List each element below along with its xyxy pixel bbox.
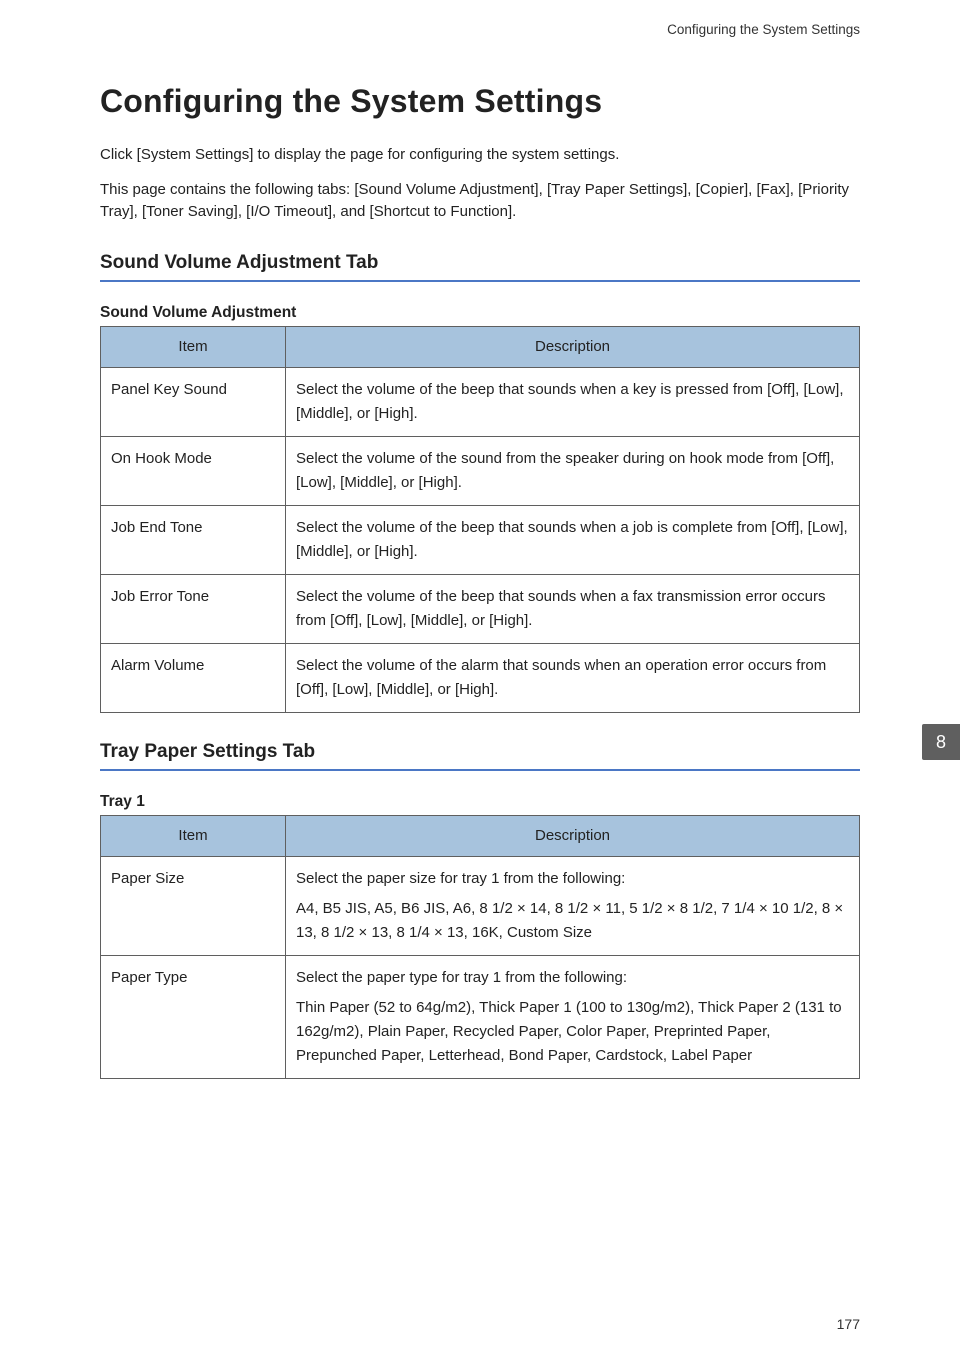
desc-cell: Select the paper type for tray 1 from th… (286, 955, 860, 1078)
desc-text: Select the volume of the beep that sound… (296, 585, 849, 633)
page-number: 177 (837, 1316, 860, 1332)
desc-text: Select the volume of the beep that sound… (296, 516, 849, 564)
desc-text: Select the paper size for tray 1 from th… (296, 867, 849, 891)
desc-cell: Select the paper size for tray 1 from th… (286, 856, 860, 955)
chapter-tab: 8 (922, 724, 960, 760)
table-header-row: Item Description (101, 815, 860, 856)
desc-text: Select the volume of the alarm that soun… (296, 654, 849, 702)
desc-cell: Select the volume of the beep that sound… (286, 505, 860, 574)
table-tray1: Item Description Paper Size Select the p… (100, 815, 860, 1079)
table-row: On Hook Mode Select the volume of the so… (101, 436, 860, 505)
table-header-row: Item Description (101, 326, 860, 367)
table-row: Alarm Volume Select the volume of the al… (101, 643, 860, 712)
section-title: Tray Paper Settings Tab (100, 741, 860, 771)
desc-cell: Select the volume of the alarm that soun… (286, 643, 860, 712)
desc-text: Select the volume of the beep that sound… (296, 378, 849, 426)
table-caption: Sound Volume Adjustment (100, 304, 860, 322)
item-cell: Paper Size (101, 856, 286, 955)
desc-text: Thin Paper (52 to 64g/m2), Thick Paper 1… (296, 996, 849, 1068)
desc-cell: Select the volume of the sound from the … (286, 436, 860, 505)
running-head: Configuring the System Settings (100, 22, 860, 37)
section-sound-volume: Sound Volume Adjustment Tab Sound Volume… (100, 252, 860, 713)
desc-cell: Select the volume of the beep that sound… (286, 367, 860, 436)
intro-paragraph: This page contains the following tabs: [… (100, 179, 860, 224)
table-row: Panel Key Sound Select the volume of the… (101, 367, 860, 436)
table-row: Paper Type Select the paper type for tra… (101, 955, 860, 1078)
section-tray-paper: Tray Paper Settings Tab Tray 1 Item Desc… (100, 741, 860, 1079)
table-header-item: Item (101, 326, 286, 367)
table-header-item: Item (101, 815, 286, 856)
table-header-description: Description (286, 815, 860, 856)
item-cell: Job End Tone (101, 505, 286, 574)
page: Configuring the System Settings Configur… (0, 0, 960, 1360)
item-cell: Panel Key Sound (101, 367, 286, 436)
item-cell: Job Error Tone (101, 574, 286, 643)
desc-text: A4, B5 JIS, A5, B6 JIS, A6, 8 1/2 × 14, … (296, 897, 849, 945)
item-cell: Alarm Volume (101, 643, 286, 712)
item-cell: On Hook Mode (101, 436, 286, 505)
table-caption: Tray 1 (100, 793, 860, 811)
desc-text: Select the paper type for tray 1 from th… (296, 966, 849, 990)
item-cell: Paper Type (101, 955, 286, 1078)
table-row: Job End Tone Select the volume of the be… (101, 505, 860, 574)
section-title: Sound Volume Adjustment Tab (100, 252, 860, 282)
table-header-description: Description (286, 326, 860, 367)
desc-cell: Select the volume of the beep that sound… (286, 574, 860, 643)
table-row: Paper Size Select the paper size for tra… (101, 856, 860, 955)
table-sound-volume: Item Description Panel Key Sound Select … (100, 326, 860, 713)
intro-paragraph: Click [System Settings] to display the p… (100, 144, 860, 167)
page-title: Configuring the System Settings (100, 83, 860, 120)
table-row: Job Error Tone Select the volume of the … (101, 574, 860, 643)
desc-text: Select the volume of the sound from the … (296, 447, 849, 495)
